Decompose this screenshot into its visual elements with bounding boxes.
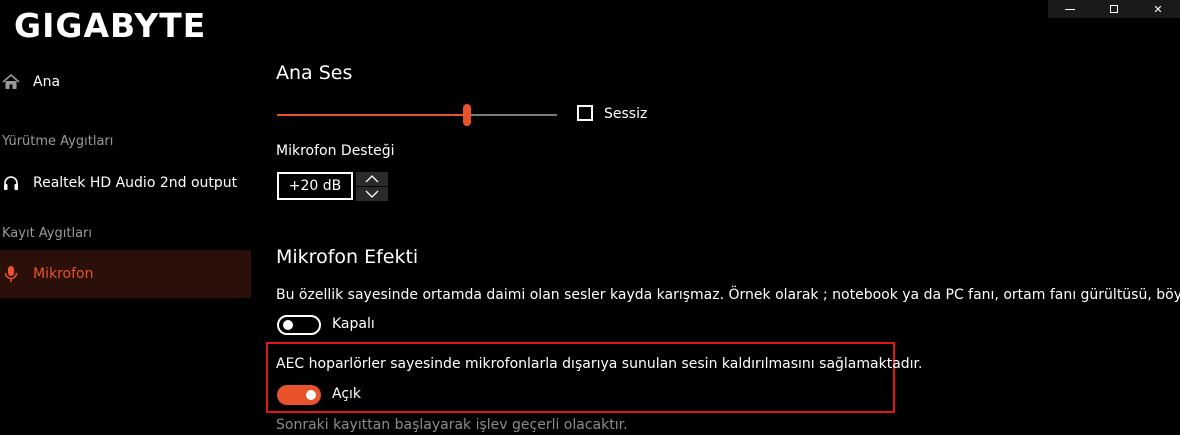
stepper-up-button[interactable] bbox=[356, 172, 388, 186]
toggle-knob bbox=[306, 390, 316, 400]
mic-boost-label: Mikrofon Desteği bbox=[276, 143, 395, 159]
maximize-icon bbox=[1110, 5, 1118, 13]
mute-checkbox[interactable] bbox=[577, 105, 593, 121]
sidebar-item-label: Realtek HD Audio 2nd output bbox=[33, 175, 238, 191]
noise-suppression-description: Bu özellik sayesinde ortamda daimi olan … bbox=[276, 287, 1180, 303]
aec-description: AEC hoparlörler sayesinde mikrofonlarla … bbox=[276, 356, 923, 372]
mic-effect-title: Mikrofon Efekti bbox=[276, 246, 419, 268]
minimize-icon bbox=[1065, 8, 1075, 10]
mute-label: Sessiz bbox=[604, 106, 648, 122]
toggle-knob bbox=[283, 320, 293, 330]
sidebar-item-playback-device[interactable]: Realtek HD Audio 2nd output bbox=[0, 159, 251, 207]
app-window: ✕ GIGABYTE Ana Yürütme Aygıtları Realtek… bbox=[0, 0, 1180, 435]
close-icon: ✕ bbox=[1153, 2, 1163, 16]
noise-suppression-state-label: Kapalı bbox=[332, 316, 375, 332]
sidebar-item-label: Ana bbox=[33, 74, 61, 90]
chevron-down-icon bbox=[365, 190, 379, 198]
aec-toggle[interactable] bbox=[277, 385, 321, 405]
headphones-icon bbox=[2, 174, 20, 192]
chevron-up-icon bbox=[365, 175, 379, 183]
stepper-down-button[interactable] bbox=[356, 187, 388, 201]
record-section-label: Kayıt Aygıtları bbox=[2, 226, 92, 241]
mic-boost-value[interactable]: +20 dB bbox=[277, 172, 353, 200]
sidebar-item-microphone[interactable]: Mikrofon bbox=[0, 250, 251, 298]
apply-note: Sonraki kayıttan başlayarak işlev geçerl… bbox=[276, 417, 628, 433]
close-button[interactable]: ✕ bbox=[1136, 0, 1180, 18]
aec-state-label: Açık bbox=[332, 386, 362, 402]
master-volume-title: Ana Ses bbox=[276, 62, 353, 84]
sidebar: GIGABYTE Ana Yürütme Aygıtları Realtek H… bbox=[0, 0, 252, 435]
sidebar-item-label: Mikrofon bbox=[33, 266, 94, 282]
gigabyte-logo: GIGABYTE bbox=[14, 6, 207, 45]
maximize-button[interactable] bbox=[1092, 0, 1136, 18]
aec-highlight-box bbox=[266, 342, 895, 413]
mic-boost-stepper bbox=[356, 172, 388, 201]
home-icon bbox=[2, 73, 20, 91]
sidebar-item-home[interactable]: Ana bbox=[0, 58, 251, 106]
master-volume-slider[interactable] bbox=[277, 103, 557, 127]
noise-suppression-toggle[interactable] bbox=[277, 315, 321, 335]
minimize-button[interactable] bbox=[1048, 0, 1092, 18]
slider-fill bbox=[277, 114, 467, 116]
window-controls: ✕ bbox=[1048, 0, 1180, 18]
microphone-icon bbox=[2, 265, 20, 283]
playback-section-label: Yürütme Aygıtları bbox=[2, 134, 114, 149]
slider-thumb[interactable] bbox=[463, 104, 471, 126]
